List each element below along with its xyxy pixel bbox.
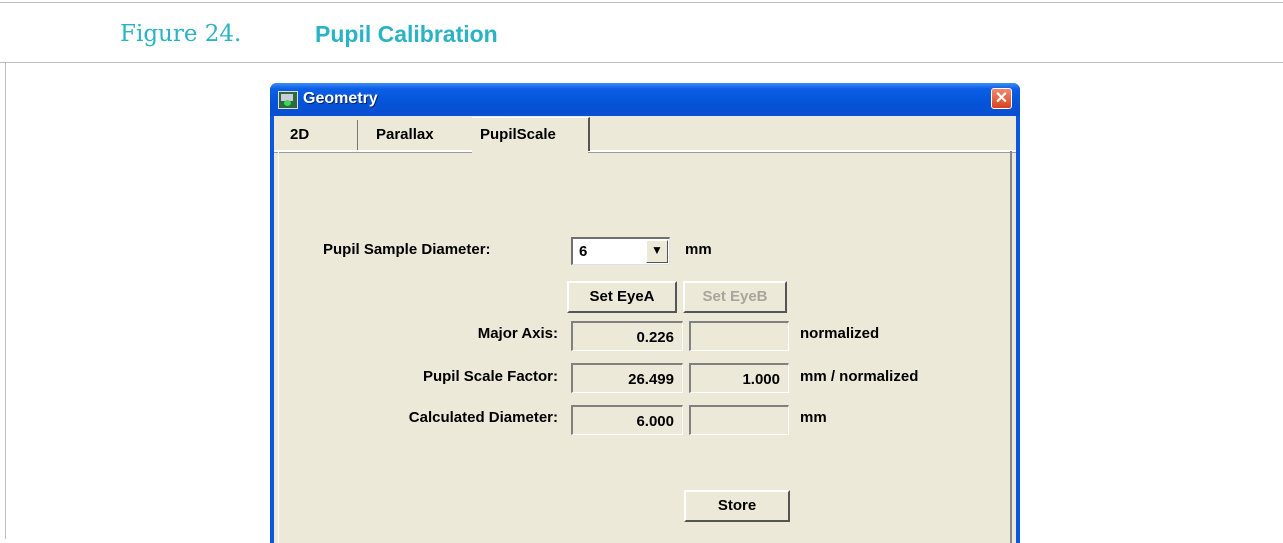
dropdown-button[interactable]: ▼ — [646, 240, 668, 263]
top-rule — [0, 2, 1283, 3]
pupil-scale-factor-eye-b-field: 1.000 — [689, 363, 789, 393]
sample-diameter-value: 6 — [579, 243, 588, 260]
store-button[interactable]: Store — [684, 490, 790, 522]
title-bar[interactable]: Geometry ✕ — [270, 83, 1020, 116]
pupil-scale-factor-eye-a-field: 26.499 — [571, 363, 683, 393]
major-axis-label: Major Axis: — [477, 325, 558, 342]
set-eye-b-button: Set EyeB — [683, 281, 787, 313]
close-button[interactable]: ✕ — [991, 88, 1012, 109]
set-eye-a-button[interactable]: Set EyeA — [567, 281, 677, 313]
close-icon: ✕ — [994, 90, 1009, 107]
sample-diameter-label: Pupil Sample Diameter: — [323, 241, 491, 258]
window-title: Geometry — [303, 90, 378, 107]
app-icon — [278, 91, 298, 109]
pupil-scale-factor-label: Pupil Scale Factor: — [422, 368, 558, 385]
figure-number: Figure 24. — [120, 21, 242, 47]
dialog-client-area: 2D Parallax PupilScale Pupil Sample Diam… — [274, 116, 1016, 543]
calculated-diameter-unit: mm — [800, 409, 827, 426]
tab-strip: 2D Parallax PupilScale — [274, 116, 1016, 153]
calculated-diameter-label: Calculated Diameter: — [408, 409, 558, 426]
tab-parallax[interactable]: Parallax — [376, 120, 472, 150]
tab-2d[interactable]: 2D — [278, 120, 358, 150]
pupil-scale-factor-unit: mm / normalized — [800, 368, 919, 385]
tab-pupilscale[interactable]: PupilScale — [472, 117, 590, 151]
sample-diameter-unit: mm — [685, 241, 712, 258]
chevron-down-icon: ▼ — [651, 243, 663, 257]
major-axis-eye-a-field: 0.226 — [571, 321, 683, 351]
tab-divider — [274, 150, 1016, 153]
left-rule — [5, 62, 6, 539]
figure-title: Pupil Calibration — [315, 21, 498, 47]
geometry-window: Geometry ✕ 2D Parallax PupilScale Pupil … — [270, 83, 1020, 543]
caption-rule — [0, 62, 1283, 63]
major-axis-eye-b-field — [689, 321, 789, 351]
major-axis-unit: normalized — [800, 325, 880, 342]
calculated-diameter-eye-b-field — [689, 405, 789, 435]
calculated-diameter-eye-a-field: 6.000 — [571, 405, 683, 435]
sample-diameter-select[interactable]: 6 ▼ — [571, 237, 670, 265]
